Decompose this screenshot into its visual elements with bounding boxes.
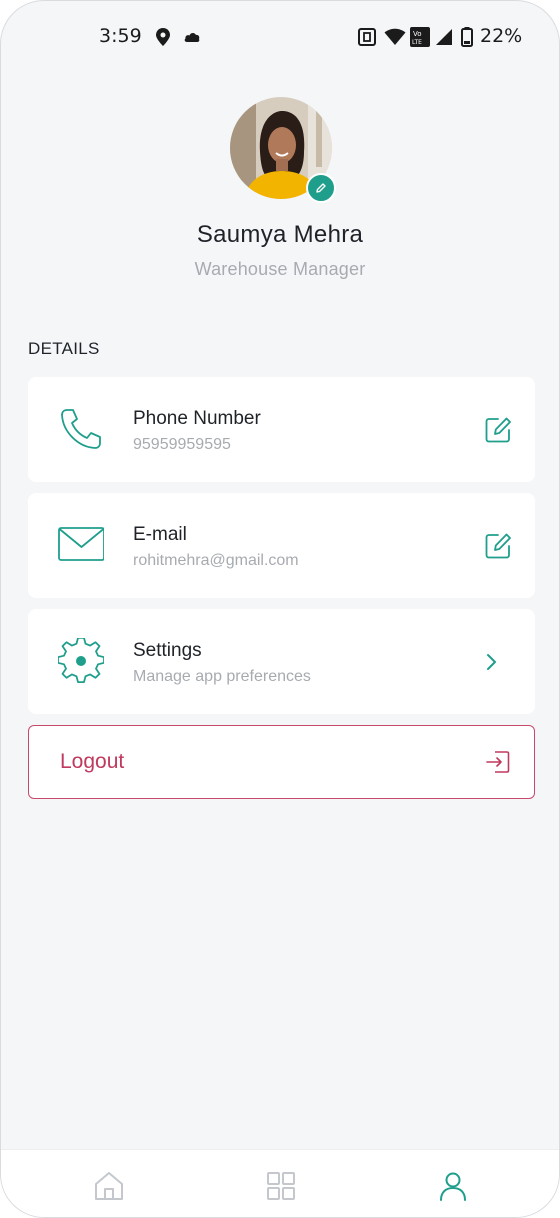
user-icon[interactable]: [437, 1170, 469, 1202]
battery-icon: [461, 27, 473, 47]
chevron-right-icon: [487, 654, 496, 670]
logout-icon: [486, 751, 510, 773]
battery-percentage: 22%: [480, 25, 523, 47]
pencil-icon: [316, 183, 326, 193]
phone-number-value: 95959959595: [133, 436, 231, 453]
phone-number-label: Phone Number: [133, 408, 261, 429]
email-value: rohitmehra@gmail.com: [133, 552, 299, 569]
edit-icon[interactable]: [483, 531, 513, 561]
status-time: 3:59: [99, 25, 142, 47]
phone-icon: [61, 409, 101, 449]
settings-label: Settings: [133, 640, 202, 661]
volte-icon: Vo LTE: [410, 27, 430, 47]
home-icon[interactable]: [93, 1170, 125, 1202]
svg-text:Vo: Vo: [413, 30, 422, 38]
signal-icon: [436, 29, 452, 45]
logout-button[interactable]: Logout: [28, 725, 535, 799]
settings-card[interactable]: Settings Manage app preferences: [28, 609, 535, 714]
nfc-icon: [358, 28, 376, 46]
email-label: E-mail: [133, 524, 187, 545]
grid-icon[interactable]: [265, 1170, 297, 1202]
bottom-nav: [1, 1149, 559, 1217]
mail-icon: [58, 527, 104, 561]
gear-icon: [58, 638, 104, 683]
app-screen: 3:59 Vo LTE 22% Saumya Mehra Warehouse M…: [0, 0, 560, 1218]
logout-label: Logout: [60, 750, 125, 773]
profile-name: Saumya Mehra: [196, 221, 364, 248]
settings-description: Manage app preferences: [133, 668, 311, 685]
email-card: E-mail rohitmehra@gmail.com: [28, 493, 535, 598]
profile-role: Warehouse Manager: [194, 259, 366, 279]
phone-number-card: Phone Number 95959959595: [28, 377, 535, 482]
status-bar: 3:59 Vo LTE 22%: [1, 1, 559, 71]
svg-text:LTE: LTE: [412, 39, 422, 46]
edit-icon[interactable]: [483, 415, 513, 445]
edit-avatar-button[interactable]: [306, 173, 336, 203]
details-section-title: DETAILS: [28, 339, 100, 358]
weather-icon: [184, 32, 200, 42]
location-icon: [156, 28, 170, 46]
wifi-icon: [384, 28, 406, 45]
